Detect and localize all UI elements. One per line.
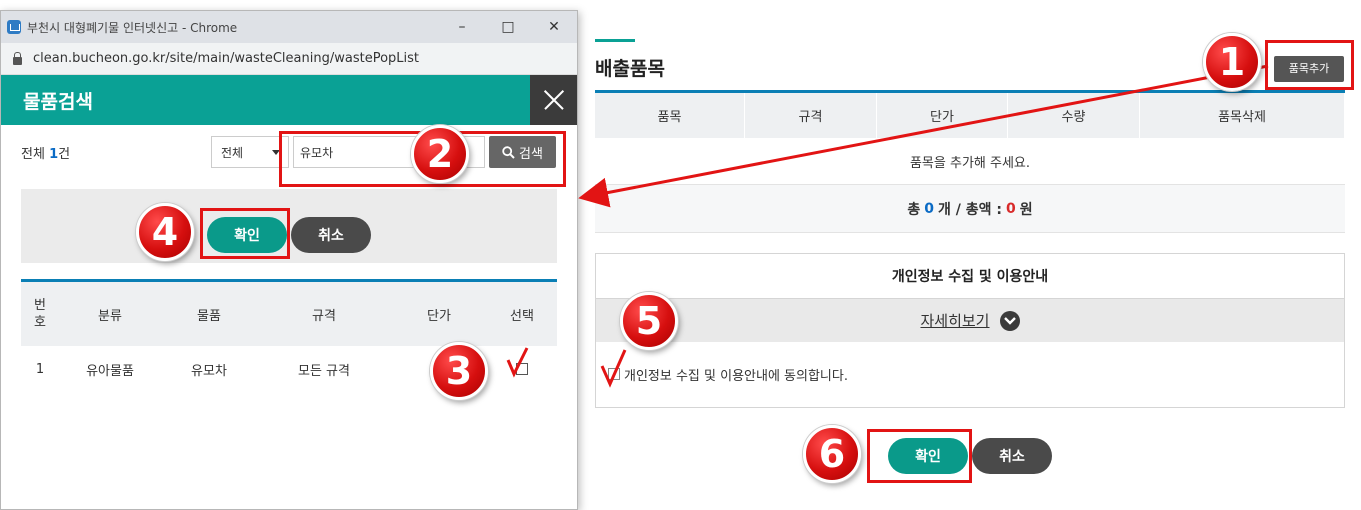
highlight-box-1 [1265, 40, 1354, 90]
step-badge-5: 5 [620, 292, 678, 350]
step-badge-6: 6 [803, 425, 861, 483]
highlight-box-6 [867, 429, 972, 483]
highlight-box-4 [200, 208, 290, 259]
step-badge-2: 2 [411, 125, 469, 183]
step-badge-3: 3 [430, 342, 488, 400]
step-badge-4: 4 [136, 203, 194, 261]
step-badge-1: 1 [1203, 33, 1261, 91]
